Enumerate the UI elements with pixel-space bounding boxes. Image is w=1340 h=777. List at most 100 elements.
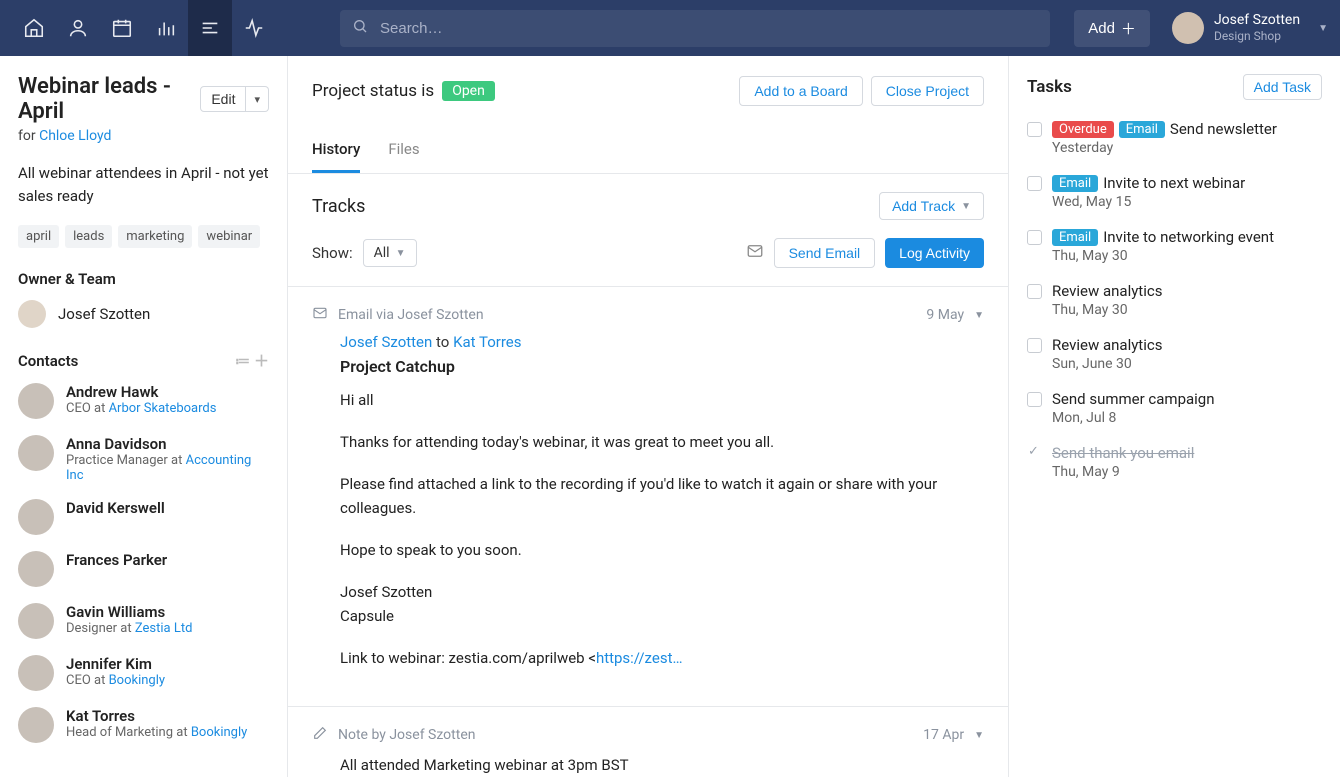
task-title-line[interactable]: OverdueEmailSend newsletter: [1052, 120, 1277, 138]
for-link[interactable]: Chloe Lloyd: [39, 128, 111, 144]
contact-item[interactable]: Kat TorresHead of Marketing at Bookingly: [18, 707, 269, 743]
tag-chip[interactable]: april: [18, 225, 59, 248]
task-title: Send newsletter: [1170, 120, 1277, 138]
avatar: [18, 707, 54, 743]
calendar-icon[interactable]: [100, 0, 144, 56]
add-button[interactable]: Add ＋: [1074, 10, 1150, 47]
user-menu[interactable]: Josef Szotten Design Shop ▼: [1172, 12, 1328, 44]
email-pill: Email: [1052, 175, 1098, 192]
contact-item[interactable]: Andrew HawkCEO at Arbor Skateboards: [18, 383, 269, 419]
user-sub: Design Shop: [1214, 29, 1300, 43]
mail-icon[interactable]: [746, 242, 764, 264]
show-label: Show:: [312, 244, 353, 262]
feed-from-link[interactable]: Josef Szotten: [340, 333, 432, 351]
task-title-line[interactable]: Send thank you email: [1052, 444, 1194, 462]
add-task-button[interactable]: Add Task: [1243, 74, 1322, 100]
task-item: Send summer campaign Mon, Jul 8: [1027, 390, 1322, 426]
contact-name: Gavin Williams: [66, 603, 192, 621]
note-icon: [312, 725, 328, 745]
webinar-link[interactable]: https://zest…: [596, 649, 683, 667]
contact-name: Jennifer Kim: [66, 655, 165, 673]
home-icon[interactable]: [12, 0, 56, 56]
add-contact-icon[interactable]: ＋: [254, 350, 269, 371]
task-title: Invite to networking event: [1103, 228, 1274, 246]
task-title-line[interactable]: Send summer campaign: [1052, 390, 1215, 408]
company-link[interactable]: Arbor Skateboards: [109, 401, 217, 416]
tasks-title: Tasks: [1027, 77, 1072, 97]
task-checkbox[interactable]: [1027, 446, 1042, 461]
chevron-down-icon: ▼: [1318, 23, 1328, 34]
activity-icon[interactable]: [232, 0, 276, 56]
owner-row[interactable]: Josef Szotten: [18, 300, 269, 328]
send-email-button[interactable]: Send Email: [774, 238, 876, 268]
task-checkbox[interactable]: [1027, 338, 1042, 353]
task-title: Invite to next webinar: [1103, 174, 1245, 192]
contact-name: Kat Torres: [66, 707, 247, 725]
task-item: Send thank you emailThu, May 9: [1027, 444, 1322, 480]
avatar: [18, 655, 54, 691]
show-filter-select[interactable]: All ▼: [363, 239, 417, 267]
task-date: Sun, June 30: [1052, 356, 1162, 372]
tracks-title: Tracks: [312, 196, 365, 217]
search-icon: [352, 18, 368, 38]
tag-chip[interactable]: marketing: [118, 225, 192, 248]
contacts-section-title: Contacts: [18, 352, 78, 370]
tag-chip[interactable]: leads: [65, 225, 112, 248]
contact-item[interactable]: Jennifer KimCEO at Bookingly: [18, 655, 269, 691]
tag-chip[interactable]: webinar: [198, 225, 260, 248]
task-checkbox[interactable]: [1027, 284, 1042, 299]
add-to-board-button[interactable]: Add to a Board: [739, 76, 862, 106]
contact-name: David Kerswell: [66, 499, 165, 517]
company-link[interactable]: Bookingly: [109, 673, 165, 688]
person-icon[interactable]: [56, 0, 100, 56]
task-checkbox[interactable]: [1027, 176, 1042, 191]
tab-history[interactable]: History: [312, 140, 360, 173]
nav-icons: [12, 0, 276, 56]
mail-icon: [312, 305, 328, 325]
task-checkbox[interactable]: [1027, 122, 1042, 137]
contact-subtitle: Designer at Zestia Ltd: [66, 621, 192, 636]
tab-files[interactable]: Files: [388, 140, 419, 173]
contact-subtitle: CEO at Bookingly: [66, 673, 165, 688]
chevron-down-icon[interactable]: ▼: [974, 310, 984, 321]
edit-caret-button[interactable]: ▾: [246, 86, 269, 112]
list-view-icon[interactable]: ≔: [235, 352, 250, 370]
contact-item[interactable]: Frances Parker: [18, 551, 269, 587]
chevron-down-icon[interactable]: ▼: [974, 730, 984, 741]
chart-icon[interactable]: [144, 0, 188, 56]
task-title: Send thank you email: [1052, 444, 1194, 462]
contact-item[interactable]: Gavin WilliamsDesigner at Zestia Ltd: [18, 603, 269, 639]
avatar: [18, 499, 54, 535]
edit-button[interactable]: Edit: [200, 86, 246, 112]
log-activity-button[interactable]: Log Activity: [885, 238, 984, 268]
task-item: Review analytics Sun, June 30: [1027, 336, 1322, 372]
avatar: [18, 603, 54, 639]
task-title-line[interactable]: Email Invite to next webinar: [1052, 174, 1245, 192]
add-track-button[interactable]: Add Track ▼: [879, 192, 984, 220]
feed-to-link[interactable]: Kat Torres: [453, 333, 521, 351]
close-project-button[interactable]: Close Project: [871, 76, 984, 106]
task-checkbox[interactable]: [1027, 392, 1042, 407]
task-date: Wed, May 15: [1052, 194, 1245, 210]
status-badge: Open: [442, 81, 495, 101]
task-item: OverdueEmailSend newsletterYesterday: [1027, 120, 1322, 156]
task-title-line[interactable]: Review analytics: [1052, 282, 1162, 300]
page-title: Webinar leads - April: [18, 74, 192, 124]
user-info: Josef Szotten Design Shop: [1214, 12, 1300, 43]
task-title: Review analytics: [1052, 282, 1162, 300]
list-icon[interactable]: [188, 0, 232, 56]
task-checkbox[interactable]: [1027, 230, 1042, 245]
company-link[interactable]: Zestia Ltd: [135, 621, 193, 636]
task-date: Mon, Jul 8: [1052, 410, 1215, 426]
contact-item[interactable]: Anna DavidsonPractice Manager at Account…: [18, 435, 269, 483]
task-title-line[interactable]: Review analytics: [1052, 336, 1162, 354]
company-link[interactable]: Bookingly: [191, 725, 247, 740]
avatar: [18, 551, 54, 587]
task-title-line[interactable]: EmailInvite to networking event: [1052, 228, 1274, 246]
right-sidebar: Tasks Add Task OverdueEmailSend newslett…: [1008, 56, 1340, 777]
contact-name: Anna Davidson: [66, 435, 269, 453]
contact-subtitle: Practice Manager at Accounting Inc: [66, 453, 269, 483]
contact-subtitle: CEO at Arbor Skateboards: [66, 401, 216, 416]
search-input[interactable]: [340, 10, 1050, 47]
contact-item[interactable]: David Kerswell: [18, 499, 269, 535]
